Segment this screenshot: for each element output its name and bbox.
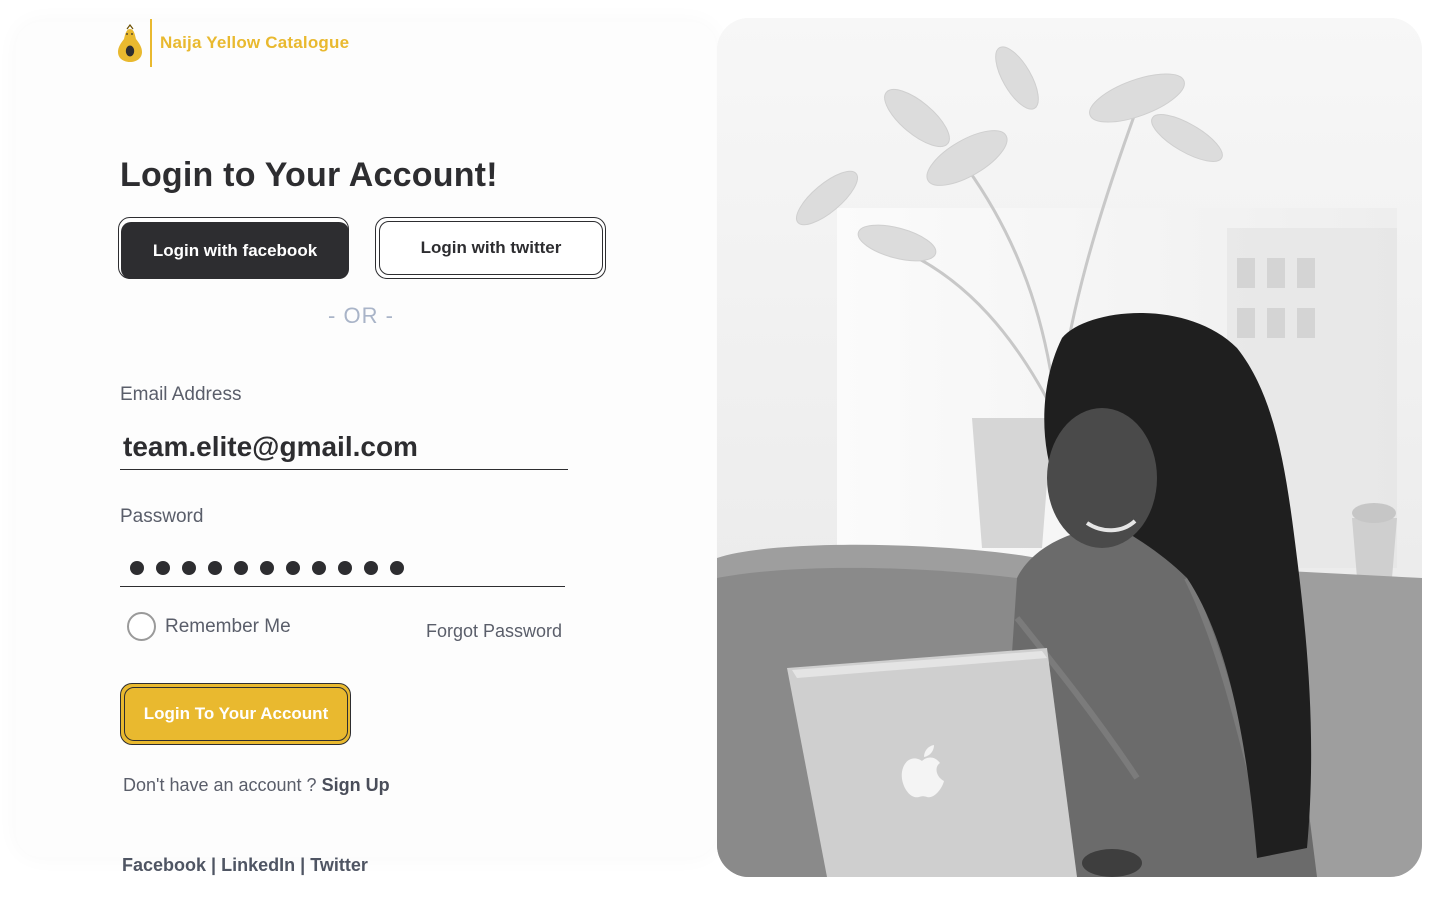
footer-link-facebook[interactable]: Facebook [122,855,206,875]
login-submit-label: Login To Your Account [124,687,348,741]
brand-logo-icon [118,24,142,62]
password-dot [156,561,170,575]
password-mask [130,561,404,575]
footer-separator: | [300,855,306,875]
password-dot [130,561,144,575]
password-dot [234,561,248,575]
footer-link-twitter[interactable]: Twitter [310,855,368,875]
remember-me-label: Remember Me [165,615,291,637]
password-dot [390,561,404,575]
password-dot [182,561,196,575]
signup-prompt: Don't have an account ? Sign Up [123,775,390,796]
hero-image [717,18,1422,877]
brand[interactable]: Naija Yellow Catalogue [116,18,349,68]
password-dot [364,561,378,575]
password-dot [208,561,222,575]
or-divider: - OR - [328,303,394,328]
remember-me-radio[interactable] [127,612,156,641]
email-field[interactable] [120,424,568,470]
password-dot [286,561,300,575]
brand-name: Naija Yellow Catalogue [160,33,350,52]
brand-divider [150,19,152,67]
remember-me-checkbox[interactable]: Remember Me [127,612,291,641]
login-page: Naija Yellow Catalogue Login to Your Acc… [0,0,1440,900]
footer-links: Facebook | LinkedIn | Twitter [122,855,368,876]
password-dot [260,561,274,575]
page-title: Login to Your Account! [120,156,498,194]
twitter-button-label: Login with twitter [379,221,603,275]
footer-link-linkedin[interactable]: LinkedIn [221,855,295,875]
password-label: Password [120,506,204,527]
facebook-button-label: Login with facebook [121,222,349,279]
signup-prompt-text: Don't have an account ? [123,775,317,795]
person-face [1047,408,1157,548]
password-dot [312,561,326,575]
login-with-twitter-button[interactable]: Login with twitter [375,217,606,279]
hero-photo [717,18,1422,877]
footer-separator: | [211,855,217,875]
password-field[interactable] [120,552,565,587]
email-label: Email Address [120,384,242,405]
person-hand [1082,849,1142,877]
password-dot [338,561,352,575]
plant-pot [972,418,1052,548]
sign-up-link[interactable]: Sign Up [322,775,390,795]
login-submit-button[interactable]: Login To Your Account [120,683,351,745]
login-with-facebook-button[interactable]: Login with facebook [118,217,349,279]
forgot-password-link[interactable]: Forgot Password [426,621,562,642]
